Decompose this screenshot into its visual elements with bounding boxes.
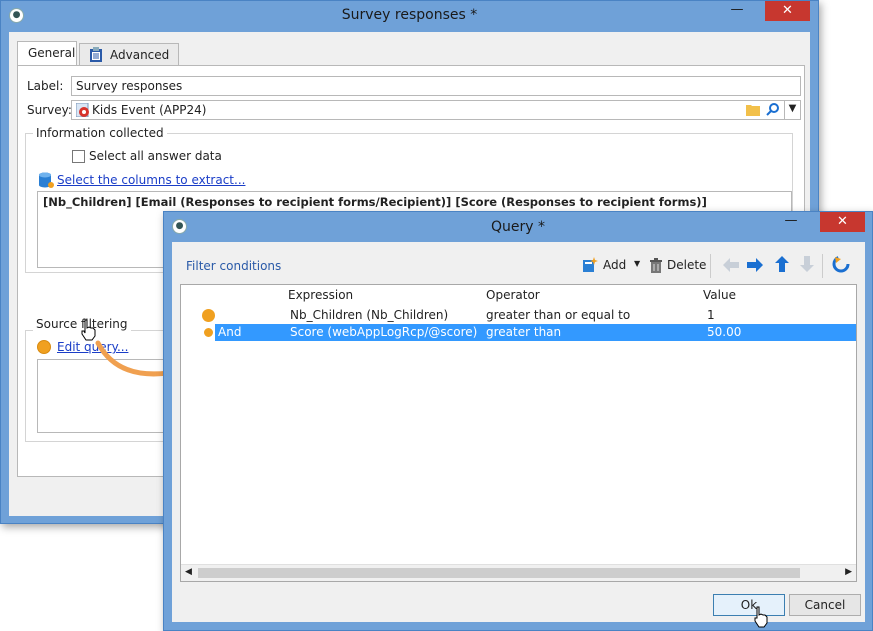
- add-condition-icon: [582, 257, 598, 276]
- refresh-icon[interactable]: [832, 255, 850, 276]
- column-header-operator[interactable]: Operator: [486, 288, 540, 302]
- query-window-title: Query *: [491, 219, 545, 235]
- filter-conditions-label: Filter conditions: [186, 259, 282, 273]
- arrow-left-icon[interactable]: [722, 256, 740, 277]
- scroll-right-icon[interactable]: ▶: [845, 567, 852, 577]
- minimize-button[interactable]: —: [778, 212, 804, 232]
- chevron-down-icon[interactable]: ▼: [784, 100, 800, 120]
- tab-advanced[interactable]: Advanced: [79, 43, 179, 65]
- arrow-right-icon[interactable]: [746, 256, 764, 277]
- search-icon[interactable]: [766, 102, 780, 119]
- delete-button-label: Delete: [667, 258, 707, 272]
- toolbar-divider: [822, 254, 823, 278]
- survey-field-label: Survey:: [27, 103, 72, 117]
- scroll-left-icon[interactable]: ◀: [185, 567, 192, 577]
- chevron-down-icon[interactable]: ▼: [634, 259, 640, 268]
- column-header-value[interactable]: Value: [703, 288, 736, 302]
- close-button[interactable]: ✕: [820, 212, 865, 232]
- add-button-label: Add: [603, 258, 627, 272]
- select-columns-link[interactable]: Select the columns to extract...: [57, 173, 245, 187]
- selected-row-highlight: And Score (webAppLogRcp/@score) greater …: [215, 324, 856, 341]
- table-row[interactable]: And Score (webAppLogRcp/@score) greater …: [181, 324, 856, 341]
- filter-conditions-grid: Expression Operator Value Nb_Children (N…: [180, 284, 857, 582]
- tab-general[interactable]: General: [17, 41, 77, 65]
- survey-input[interactable]: Kids Event (APP24) ▼: [71, 100, 801, 120]
- row-operator: greater than or equal to: [486, 308, 631, 322]
- row-value: 50.00: [707, 325, 742, 339]
- mouse-pointer-icon: [753, 606, 769, 631]
- survey-input-value: Kids Event (APP24): [92, 103, 207, 117]
- label-input[interactable]: Survey responses: [71, 76, 801, 96]
- database-icon: [38, 172, 54, 192]
- row-logic: And: [218, 325, 242, 339]
- condition-and-icon: [202, 326, 215, 339]
- scrollbar-thumb[interactable]: [198, 568, 800, 578]
- cancel-button[interactable]: Cancel: [789, 594, 861, 616]
- query-titlebar[interactable]: ● Query * — ✕: [164, 212, 872, 242]
- clipboard-icon: [89, 47, 103, 66]
- survey-window-title: Survey responses *: [341, 7, 478, 23]
- table-row[interactable]: Nb_Children (Nb_Children) greater than o…: [181, 307, 856, 324]
- row-expression: Nb_Children (Nb_Children): [290, 308, 449, 322]
- folder-icon[interactable]: [746, 103, 760, 119]
- condition-dot-icon: [202, 309, 215, 322]
- label-field-label: Label:: [27, 79, 64, 93]
- minimize-button[interactable]: —: [724, 1, 750, 21]
- close-button[interactable]: ✕: [765, 1, 810, 21]
- ok-button[interactable]: Ok: [713, 594, 785, 616]
- query-toolbar: Filter conditions Add ▼ Delete: [172, 242, 865, 288]
- query-client-area: Filter conditions Add ▼ Delete Expressio…: [172, 242, 865, 622]
- survey-titlebar[interactable]: ● Survey responses * — ✕: [1, 1, 818, 31]
- select-all-label: Select all answer data: [89, 149, 222, 163]
- select-all-checkbox[interactable]: [72, 150, 85, 163]
- trash-icon: [649, 257, 663, 276]
- tab-advanced-label: Advanced: [110, 48, 170, 62]
- column-header-expression[interactable]: Expression: [288, 288, 353, 302]
- row-value: 1: [707, 308, 715, 322]
- toolbar-divider: [710, 254, 711, 278]
- information-collected-legend: Information collected: [33, 126, 167, 140]
- arrow-up-icon[interactable]: [773, 255, 791, 276]
- row-operator: greater than: [486, 325, 562, 339]
- arrow-down-icon[interactable]: [798, 255, 816, 276]
- row-expression: Score (webAppLogRcp/@score): [290, 325, 478, 339]
- horizontal-scrollbar[interactable]: ◀ ▶: [181, 564, 856, 581]
- survey-icon: [75, 102, 90, 120]
- query-window: ● Query * — ✕ Filter conditions Add ▼ De…: [163, 211, 873, 631]
- condition-dot-icon: [37, 340, 51, 354]
